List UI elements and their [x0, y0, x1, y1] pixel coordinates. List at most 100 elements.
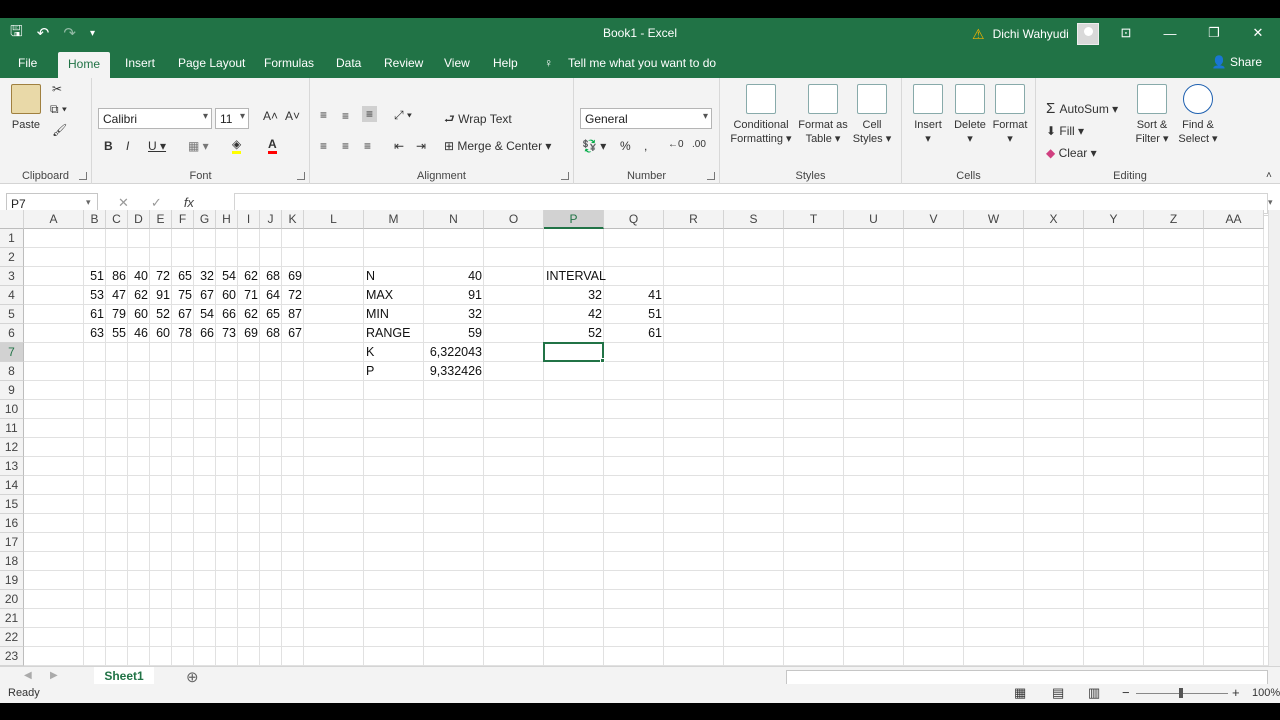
align-left-icon[interactable]: ≡	[320, 139, 327, 153]
cell[interactable]: MAX	[364, 286, 424, 305]
column-header[interactable]: W	[964, 210, 1024, 229]
column-header[interactable]: P	[544, 210, 604, 229]
clear-button[interactable]: ◆ Clear ▾	[1046, 146, 1097, 160]
user-account[interactable]: ⚠ Dichi Wahyudi	[972, 23, 1099, 45]
cancel-icon[interactable]: ✕	[118, 195, 129, 211]
cell[interactable]: 62	[238, 305, 260, 324]
cell[interactable]: P	[364, 362, 424, 381]
cell[interactable]: 55	[106, 324, 128, 343]
cell[interactable]: 62	[238, 267, 260, 286]
column-header[interactable]: D	[128, 210, 150, 229]
cell[interactable]: 64	[260, 286, 282, 305]
row-header[interactable]: 21	[0, 609, 24, 628]
column-header[interactable]: H	[216, 210, 238, 229]
cell[interactable]: 91	[424, 286, 484, 305]
increase-indent-icon[interactable]: ⇥	[416, 139, 426, 153]
column-header[interactable]: R	[664, 210, 724, 229]
alignment-launcher-icon[interactable]	[561, 172, 569, 180]
column-header[interactable]: F	[172, 210, 194, 229]
increase-decimal-icon[interactable]: ←0	[668, 139, 684, 150]
row-header[interactable]: 10	[0, 400, 24, 419]
cell[interactable]: 9,332426	[424, 362, 484, 381]
format-painter-icon[interactable]: 🖌	[52, 123, 67, 137]
select-all-corner[interactable]	[0, 210, 24, 229]
cell[interactable]: 32	[544, 286, 604, 305]
align-center-icon[interactable]: ≡	[342, 139, 349, 153]
underline-icon[interactable]: U ▾	[148, 139, 166, 153]
worksheet-grid[interactable]: A B C D E F G H I J K L M N O P Q R S T U V W X Y Z AA 1 2 3 4 5 6 7 8 9 10 1…	[0, 210, 1268, 666]
wrap-text-button[interactable]: ⮐ Wrap Text	[444, 110, 512, 131]
column-header[interactable]: M	[364, 210, 424, 229]
restore-icon[interactable]: ❐	[1192, 18, 1236, 48]
cell[interactable]: 91	[150, 286, 172, 305]
conditional-formatting-button[interactable]: Conditional Formatting ▾	[726, 84, 796, 146]
cell[interactable]: 63	[84, 324, 106, 343]
cell[interactable]: 62	[128, 286, 150, 305]
cell[interactable]: 61	[604, 324, 664, 343]
cell[interactable]: 71	[238, 286, 260, 305]
autosum-button[interactable]: Σ AutoSum ▾	[1046, 100, 1118, 117]
name-box-dropdown-icon[interactable]: ▾	[86, 197, 91, 208]
tab-file[interactable]: File	[18, 56, 37, 70]
cell[interactable]: 67	[282, 324, 304, 343]
cell[interactable]: 53	[84, 286, 106, 305]
tab-review[interactable]: Review	[384, 56, 423, 70]
collapse-ribbon-icon[interactable]: ˄	[1266, 170, 1272, 181]
cell[interactable]: 40	[128, 267, 150, 286]
cell[interactable]: 69	[238, 324, 260, 343]
cell[interactable]: 87	[282, 305, 304, 324]
cell[interactable]: 6,322043	[424, 343, 484, 362]
copy-icon[interactable]: ⧉ ▾	[50, 102, 67, 117]
tab-view[interactable]: View	[444, 56, 470, 70]
column-header[interactable]: S	[724, 210, 784, 229]
cell[interactable]: 73	[216, 324, 238, 343]
cell[interactable]: 72	[282, 286, 304, 305]
cell[interactable]: 42	[544, 305, 604, 324]
top-align-icon[interactable]: ≡	[320, 108, 327, 122]
italic-icon[interactable]: I	[126, 139, 129, 153]
row-header[interactable]: 20	[0, 590, 24, 609]
row-header[interactable]: 4	[0, 286, 24, 305]
row-header[interactable]: 17	[0, 533, 24, 552]
tab-formulas[interactable]: Formulas	[264, 56, 314, 70]
row-header[interactable]: 6	[0, 324, 24, 343]
format-as-table-button[interactable]: Format as Table ▾	[796, 84, 850, 146]
zoom-level[interactable]: 100%	[1252, 687, 1280, 699]
row-header[interactable]: 13	[0, 457, 24, 476]
cell[interactable]: K	[364, 343, 424, 362]
column-header[interactable]: V	[904, 210, 964, 229]
column-header[interactable]: E	[150, 210, 172, 229]
cell[interactable]: 69	[282, 267, 304, 286]
cell[interactable]: 32	[424, 305, 484, 324]
column-header[interactable]: Q	[604, 210, 664, 229]
column-header[interactable]: Z	[1144, 210, 1204, 229]
cell[interactable]: 41	[604, 286, 664, 305]
tab-page-layout[interactable]: Page Layout	[178, 56, 245, 70]
number-format-select[interactable]: General	[580, 108, 712, 129]
page-layout-view-icon[interactable]: ▤	[1052, 685, 1064, 701]
row-header[interactable]: 22	[0, 628, 24, 647]
tell-me-search[interactable]: Tell me what you want to do	[568, 56, 716, 70]
column-header[interactable]: A	[24, 210, 84, 229]
row-header[interactable]: 7	[0, 343, 24, 362]
tab-help[interactable]: Help	[493, 56, 518, 70]
middle-align-icon[interactable]: ≡	[342, 109, 349, 123]
cell[interactable]: 32	[194, 267, 216, 286]
share-button[interactable]: 👤 Share	[1212, 55, 1262, 69]
column-header[interactable]: X	[1024, 210, 1084, 229]
cell[interactable]: 66	[194, 324, 216, 343]
fill-handle[interactable]	[600, 358, 605, 363]
cell[interactable]: 65	[260, 305, 282, 324]
tab-data[interactable]: Data	[336, 56, 361, 70]
column-header[interactable]: G	[194, 210, 216, 229]
cell[interactable]: 40	[424, 267, 484, 286]
align-right-icon[interactable]: ≡	[364, 139, 371, 153]
cell[interactable]: 46	[128, 324, 150, 343]
cell[interactable]: 72	[150, 267, 172, 286]
column-header[interactable]: O	[484, 210, 544, 229]
number-launcher-icon[interactable]	[707, 172, 715, 180]
row-header[interactable]: 11	[0, 419, 24, 438]
cut-icon[interactable]: ✂	[52, 82, 62, 96]
cell[interactable]: 79	[106, 305, 128, 324]
cell[interactable]: 61	[84, 305, 106, 324]
